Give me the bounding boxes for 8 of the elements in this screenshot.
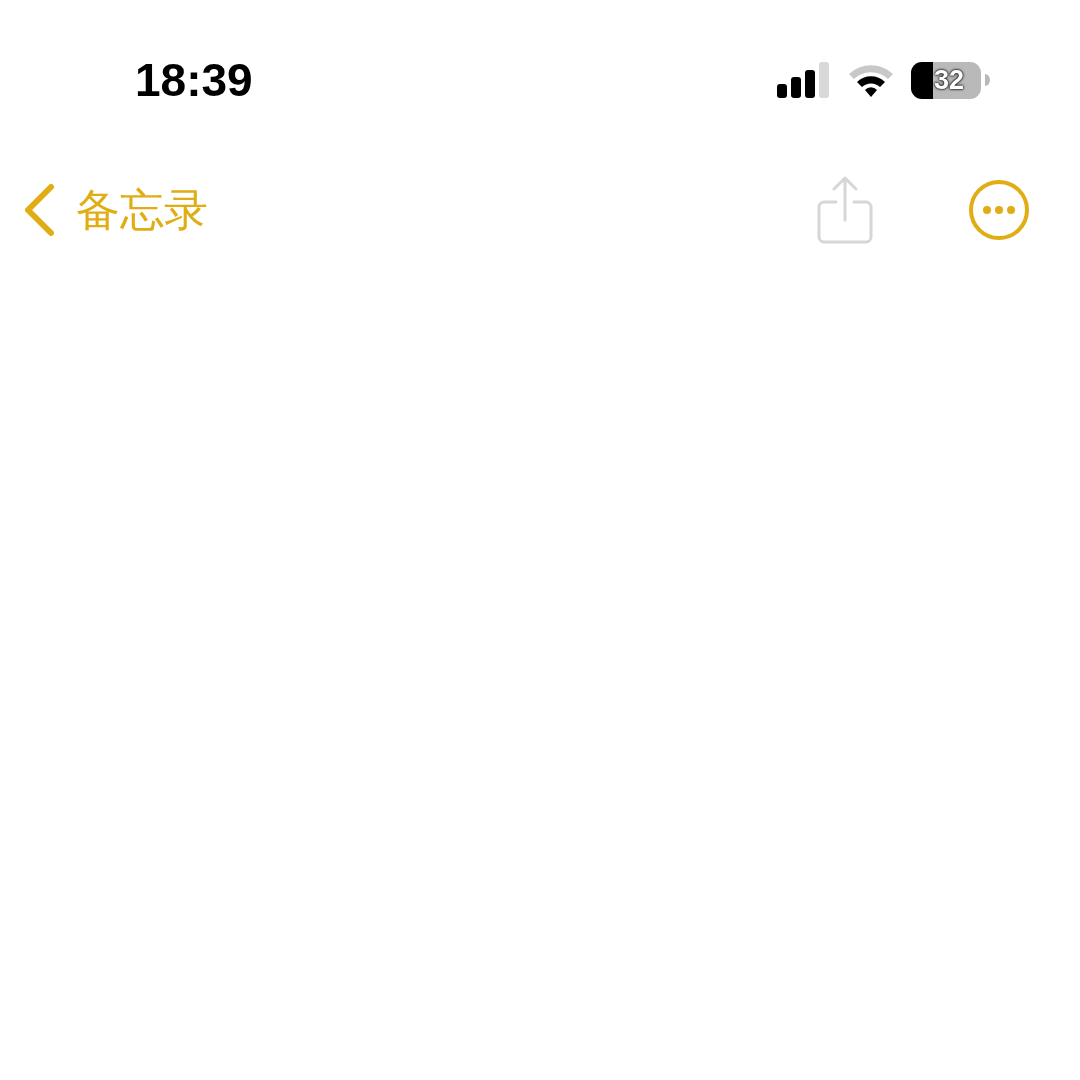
battery-percentage: 32 [932, 63, 965, 97]
signal-icon [777, 62, 831, 98]
wifi-icon [847, 62, 895, 98]
status-time: 18:39 [135, 52, 253, 108]
back-button[interactable]: 备忘录 [22, 177, 208, 243]
more-button[interactable] [968, 179, 1030, 241]
battery-tip-icon [985, 74, 990, 86]
chevron-left-icon [22, 183, 56, 237]
